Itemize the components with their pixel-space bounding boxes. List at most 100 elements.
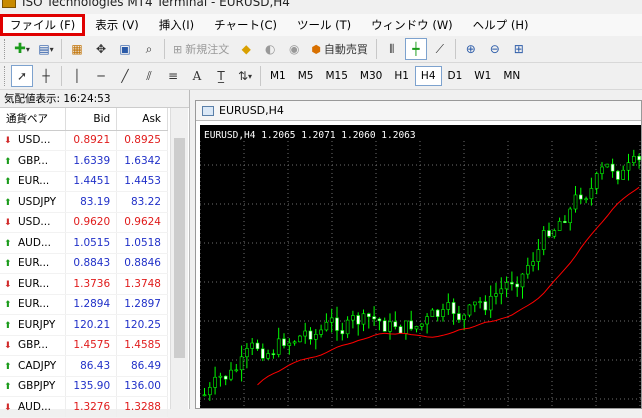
sounds-button[interactable]: ◐ [259,38,281,60]
menu-view[interactable]: 表示 (V) [85,14,149,36]
table-row[interactable]: ⬆ CADJPY 86.43 86.49 [0,355,168,377]
terminal-toggle[interactable]: ▣ [114,38,136,60]
column-header-ask[interactable]: Ask [116,108,168,131]
vertical-line-icon: │ [73,69,81,83]
channel-tool[interactable]: ⫽ [138,65,160,87]
market-watch-panel: 気配値表示: 16:24:53 通貨ペア Bid Ask ⬇ USD... 0.89… [0,90,190,418]
trendline-tool[interactable]: ╱ [114,65,136,87]
candle-body [260,348,265,359]
column-header-bid[interactable]: Bid [65,108,118,131]
table-row[interactable]: ⬆ EUR... 1.4451 1.4453 [0,171,168,192]
candlestick-chart [200,141,641,408]
candle-body [388,321,392,332]
tile-windows-button[interactable]: ⊞ [508,38,530,60]
timeframe-h1[interactable]: H1 [388,66,415,86]
menu-chart[interactable]: チャート(C) [204,14,287,36]
vertical-line-tool[interactable]: │ [66,65,88,87]
line-chart-button[interactable]: ⟋ [429,38,451,60]
candle-body [536,249,541,262]
table-row[interactable]: ⬇ AUD... 1.3276 1.3288 [0,396,168,418]
timeframe-h4[interactable]: H4 [414,66,442,86]
label-tool[interactable]: T̲ [210,65,232,87]
fibonacci-tool[interactable]: ≡ [162,65,184,87]
candle-body [314,334,318,340]
table-row[interactable]: ⬆ USDJPY 83.19 83.22 [0,191,168,213]
table-row[interactable]: ⬆ EUR... 1.2894 1.2897 [0,294,168,315]
candle-body [303,330,307,337]
up-arrow-icon: ⬆ [4,300,12,311]
text-icon: A [192,69,202,83]
timeframe-m15[interactable]: M15 [320,66,354,86]
timeframe-mn[interactable]: MN [497,66,526,86]
table-row[interactable]: ⬇ USD... 0.8921 0.8925 [0,130,168,151]
bar-chart-icon: ⫴ [389,41,395,56]
symbol-cell: ⬇ AUD... [0,396,67,418]
market-watch-table: 通貨ペア Bid Ask ⬇ USD... 0.8921 0.8925 ⬆ GBP... 1… [0,108,168,418]
new-chart-button[interactable]: ✚ ▾ [11,38,33,60]
table-row[interactable]: ⬇ USD... 0.9620 0.9624 [0,212,168,233]
candle-body [600,166,604,174]
separator [61,39,62,59]
up-arrow-icon: ⬆ [4,320,12,331]
crosshair-tool[interactable]: ┼ [35,65,57,87]
table-row[interactable]: ⬆ GBPJPY 135.90 136.00 [0,376,168,397]
bar-chart-button[interactable]: ⫴ [381,38,403,60]
market-watch-toggle[interactable]: ▦ [66,38,88,60]
cursor-tool[interactable]: ➚ [11,65,33,87]
symbol-cell: ⬆ EUR... [0,294,67,315]
signal-button[interactable]: ◉ [283,38,305,60]
timeframe-w1[interactable]: W1 [468,66,497,86]
text-tool[interactable]: A [186,65,208,87]
toolbar-grip [4,66,7,86]
chart-area[interactable]: EURUSD,H4 1.2065 1.2071 1.2060 1.2063 [200,125,641,408]
zoom-in-button[interactable]: ⊕ [460,38,482,60]
auto-trading-button[interactable]: ⬢ 自動売買 [307,38,372,60]
column-header-symbol[interactable]: 通貨ペア [0,108,67,131]
candle-body [637,155,641,161]
candle-body [319,329,323,335]
scrollbar-thumb[interactable] [174,138,185,358]
candle-body [255,342,260,350]
bid-cell: 0.8921 [65,130,118,151]
chart-window-titlebar[interactable]: EURUSD,H4 [196,101,641,121]
arrows-icon: ⇅ [237,69,249,83]
table-row[interactable]: ⬆ GBP... 1.6339 1.6342 [0,150,168,172]
table-row[interactable]: ⬆ EURJPY 120.21 120.25 [0,314,168,336]
menu-window[interactable]: ウィンドウ (W) [361,14,463,36]
symbol-cell: ⬆ USDJPY [0,191,67,213]
zoom-out-button[interactable]: ⊖ [484,38,506,60]
candlestick-chart-button[interactable]: ┿ [404,38,427,60]
ask-cell: 120.25 [116,314,168,336]
candle-body [594,173,599,189]
timeframe-d1[interactable]: D1 [442,66,469,86]
navigator-toggle[interactable]: ✥ [90,38,112,60]
bid-cell: 1.2894 [65,294,118,315]
menu-tools[interactable]: ツール (T) [287,14,361,36]
table-row[interactable]: ⬆ EUR... 0.8843 0.8846 [0,253,168,274]
table-row[interactable]: ⬆ AUD... 1.0515 1.0518 [0,232,168,254]
timeframe-m30[interactable]: M30 [354,66,388,86]
metaeditor-button[interactable]: ◆ [235,38,257,60]
market-watch-scrollbar[interactable] [170,108,188,409]
auto-trading-icon: ⬢ [311,42,321,56]
table-row[interactable]: ⬇ GBP... 1.4575 1.4585 [0,335,168,356]
horizontal-line-tool[interactable]: ─ [90,65,112,87]
market-watch-icon: ▦ [71,42,83,56]
profiles-button[interactable]: ▤ ▾ [35,38,57,60]
candle-body [441,309,445,317]
timeframe-m5[interactable]: M5 [292,66,320,86]
table-row[interactable]: ⬇ EUR... 1.3736 1.3748 [0,273,168,295]
candle-body [472,301,477,306]
timeframe-m1[interactable]: M1 [264,66,292,86]
down-arrow-icon: ⬇ [4,218,12,229]
candle-body [398,326,403,334]
arrows-tool[interactable]: ⇅ ▾ [234,65,256,87]
new-order-button[interactable]: ⊞ 新規注文 [169,38,233,60]
candle-body [425,316,429,325]
tester-toggle[interactable]: ⌕ [138,38,160,60]
candle-body [308,330,313,340]
candle-body [626,162,631,171]
menu-file[interactable]: ファイル (F) [0,14,86,36]
menu-help[interactable]: ヘルプ (H) [463,14,539,36]
menu-insert[interactable]: 挿入(I) [149,14,204,36]
